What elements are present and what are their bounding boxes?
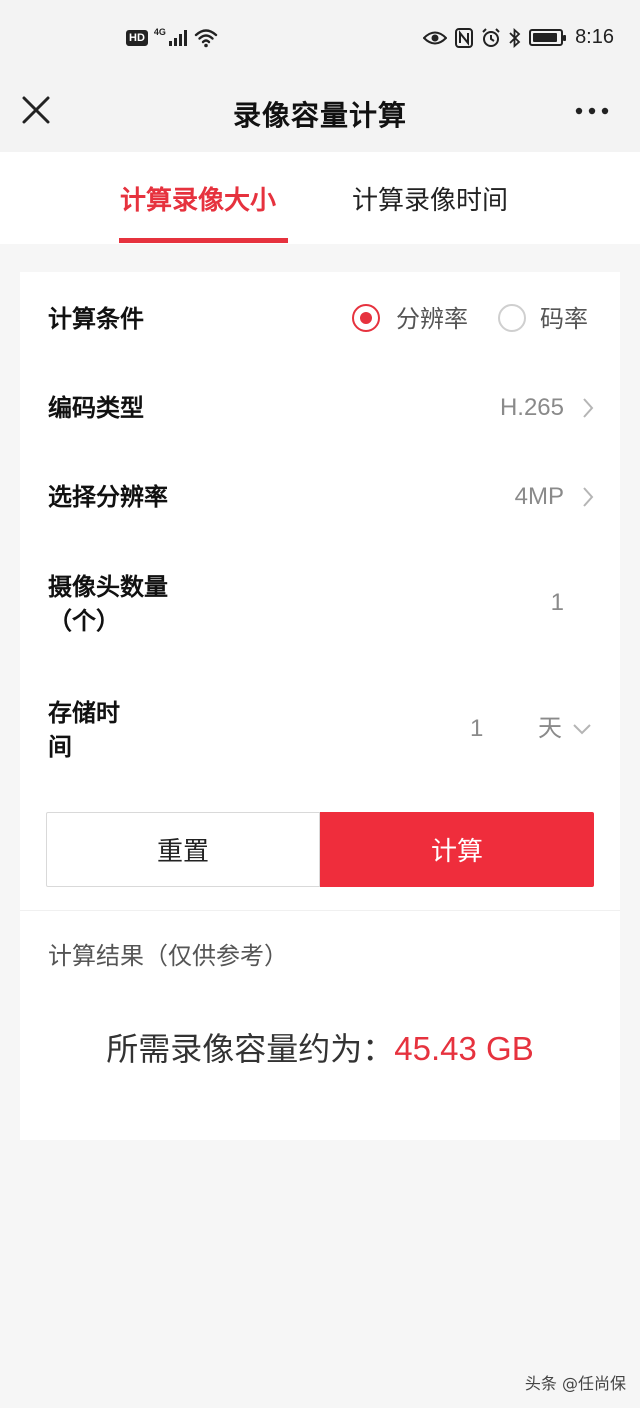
- tab-record-time[interactable]: 计算录像时间: [352, 180, 508, 217]
- alarm-icon: [482, 27, 500, 47]
- codec-value[interactable]: H.265: [500, 391, 564, 425]
- radio-bitrate[interactable]: [498, 304, 526, 332]
- camera-count-label-line1: 摄像头数量: [48, 573, 168, 601]
- storage-time-label-line1: 存储时: [48, 699, 120, 727]
- chevron-right-icon[interactable]: [582, 397, 594, 419]
- signal-icon: [168, 30, 187, 46]
- more-icon[interactable]: [574, 105, 610, 117]
- battery-icon: [529, 29, 567, 46]
- hd-badge: HD: [126, 30, 148, 46]
- eye-icon: [423, 31, 448, 44]
- storage-unit-value[interactable]: 天: [538, 712, 562, 746]
- chevron-down-icon[interactable]: [572, 723, 592, 735]
- resolution-label: 选择分辨率: [48, 483, 168, 511]
- storage-time-input[interactable]: 1: [470, 712, 483, 746]
- result-label: 所需录像容量约为：: [106, 1030, 395, 1068]
- camera-count-input[interactable]: 1: [551, 586, 564, 620]
- form-card: 计算条件 分辨率 码率 编码类型 H.265 选择分辨率 4MP 摄像头数量 （…: [20, 272, 620, 910]
- nfc-icon: [455, 27, 474, 48]
- page-title: 录像容量计算: [232, 99, 407, 132]
- wifi-icon: [194, 29, 218, 48]
- storage-time-label: 存储时 间: [48, 696, 120, 764]
- result-line: 所需录像容量约为：45.43 GB: [20, 1029, 620, 1069]
- status-right: 8:16: [423, 26, 614, 49]
- tab-record-size[interactable]: 计算录像大小: [120, 180, 276, 217]
- calculate-button[interactable]: 计算: [320, 812, 594, 887]
- status-bar: HD 4G 8:16: [0, 0, 640, 80]
- result-value: 45.43 GB: [394, 1030, 534, 1067]
- tab-bar: 计算录像大小 计算录像时间: [0, 152, 640, 244]
- radio-resolution[interactable]: [352, 304, 380, 332]
- active-tab-indicator: [119, 238, 288, 243]
- storage-time-label-line2: 间: [48, 733, 72, 761]
- result-title: 计算结果（仅供参考）: [48, 942, 288, 970]
- codec-label: 编码类型: [48, 394, 144, 422]
- reset-button[interactable]: 重置: [46, 812, 320, 887]
- resolution-value[interactable]: 4MP: [515, 480, 564, 514]
- chevron-right-icon[interactable]: [582, 486, 594, 508]
- clock: 8:16: [575, 26, 614, 48]
- radio-bitrate-label[interactable]: 码率: [540, 302, 588, 336]
- result-card: 计算结果（仅供参考） 所需录像容量约为：45.43 GB: [20, 910, 620, 1140]
- radio-resolution-label[interactable]: 分辨率: [396, 302, 468, 336]
- status-left: HD 4G: [126, 27, 218, 48]
- watermark: 头条 @任尚保: [524, 1374, 626, 1393]
- title-bar: 录像容量计算: [0, 80, 640, 152]
- condition-label: 计算条件: [48, 305, 144, 333]
- camera-count-label: 摄像头数量 （个）: [48, 570, 168, 638]
- bluetooth-icon: [509, 27, 521, 48]
- network-type: 4G: [153, 27, 166, 37]
- camera-count-label-line2: （个）: [48, 607, 120, 635]
